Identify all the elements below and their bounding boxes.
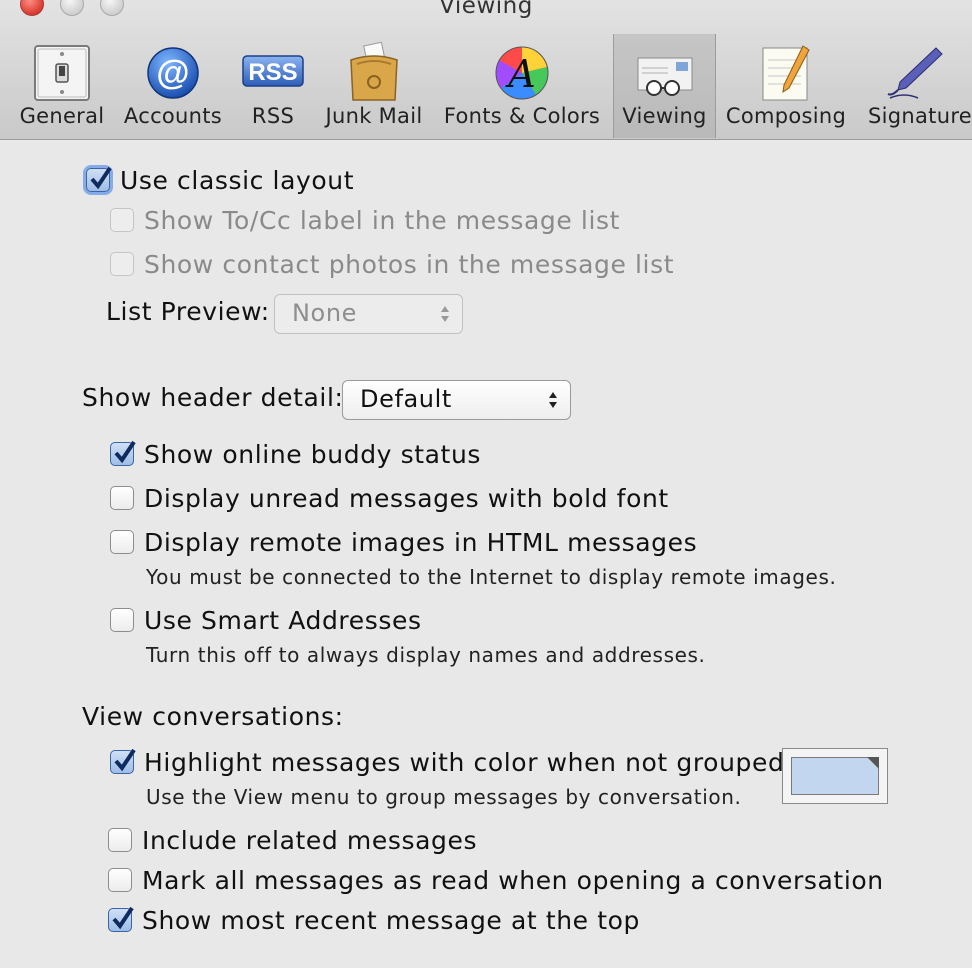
window-title: Viewing xyxy=(439,0,533,19)
related-messages-label: Include related messages xyxy=(142,826,478,855)
recent-top-checkbox[interactable] xyxy=(108,906,134,932)
toolbar-item-accounts[interactable]: @ Accounts xyxy=(120,34,226,138)
classic-layout-label: Use classic layout xyxy=(120,166,355,195)
light-switch-icon xyxy=(31,42,93,104)
toolbar-item-fonts-colors[interactable]: A Fonts & Colors xyxy=(440,34,604,138)
list-preview-label: List Preview: xyxy=(106,297,270,326)
bold-unread-label: Display unread messages with bold font xyxy=(144,484,669,513)
toolbar-item-composing[interactable]: Composing xyxy=(724,34,848,138)
toolbar-item-rss[interactable]: RSS RSS xyxy=(236,34,310,138)
toolbar-item-signatures[interactable]: Signatures xyxy=(858,34,972,138)
classic-layout-checkbox[interactable] xyxy=(86,166,112,192)
svg-text:@: @ xyxy=(156,54,189,92)
popup-arrows-icon xyxy=(549,392,557,408)
view-conversations-heading: View conversations: xyxy=(82,702,344,731)
highlight-note: Use the View menu to group messages by c… xyxy=(146,785,742,809)
toolbar-label-general: General xyxy=(19,104,105,128)
preferences-toolbar: Viewing General @ Accounts RSS RSS Junk … xyxy=(0,0,972,140)
toolbar-item-junk-mail[interactable]: Junk Mail xyxy=(320,34,428,138)
list-preview-popup: None xyxy=(274,294,463,334)
buddy-status-label: Show online buddy status xyxy=(144,440,482,469)
highlight-label: Highlight messages with color when not g… xyxy=(144,748,785,777)
svg-text:RSS: RSS xyxy=(248,59,297,86)
recent-top-label: Show most recent message at the top xyxy=(142,906,640,935)
remote-images-checkbox[interactable] xyxy=(110,530,134,554)
color-corner-icon xyxy=(867,757,879,769)
toolbar-label-rss: RSS xyxy=(251,104,295,128)
popup-arrows-icon xyxy=(441,306,449,322)
notepad-pencil-icon xyxy=(755,42,817,104)
mark-read-checkbox[interactable] xyxy=(108,868,132,892)
show-photos-label: Show contact photos in the message list xyxy=(144,250,675,279)
header-detail-label: Show header detail: xyxy=(82,383,344,412)
bold-unread-checkbox[interactable] xyxy=(110,486,134,510)
toolbar-label-composing: Composing xyxy=(725,104,847,128)
show-tocc-label: Show To/Cc label in the message list xyxy=(144,206,621,235)
remote-images-label: Display remote images in HTML messages xyxy=(144,528,698,557)
toolbar-item-viewing[interactable]: Viewing xyxy=(613,34,716,138)
viewing-preferences-pane: Use classic layout Show To/Cc label in t… xyxy=(0,140,972,968)
smart-addresses-label: Use Smart Addresses xyxy=(144,606,422,635)
header-detail-popup[interactable]: Default xyxy=(342,380,571,420)
at-sign-icon: @ xyxy=(142,42,204,104)
toolbar-item-general[interactable]: General xyxy=(14,34,110,138)
remote-images-note: You must be connected to the Internet to… xyxy=(146,565,837,589)
buddy-status-checkbox[interactable] xyxy=(110,440,136,466)
show-photos-checkbox xyxy=(110,252,134,276)
toolbar-label-accounts: Accounts xyxy=(123,104,223,128)
toolbar-label-fonts-colors: Fonts & Colors xyxy=(443,104,601,128)
highlight-color-well[interactable] xyxy=(782,748,888,804)
header-detail-value: Default xyxy=(360,385,452,413)
related-messages-checkbox[interactable] xyxy=(108,828,132,852)
smart-addresses-checkbox[interactable] xyxy=(110,608,134,632)
font-color-wheel-icon: A xyxy=(491,42,553,104)
toolbar-label-junk-mail: Junk Mail xyxy=(325,104,423,128)
highlight-checkbox[interactable] xyxy=(110,748,136,774)
smart-addresses-note: Turn this off to always display names an… xyxy=(146,643,706,667)
junk-mail-bag-icon xyxy=(343,41,405,104)
rss-badge-icon: RSS xyxy=(242,42,304,104)
list-preview-value: None xyxy=(292,299,358,327)
toolbar-label-viewing: Viewing xyxy=(622,104,707,128)
svg-text:A: A xyxy=(505,52,535,96)
show-tocc-checkbox xyxy=(110,208,134,232)
highlight-color-swatch xyxy=(791,757,879,795)
fountain-pen-icon xyxy=(884,42,946,104)
toolbar-label-signatures: Signatures xyxy=(868,104,972,128)
mark-read-label: Mark all messages as read when opening a… xyxy=(142,866,884,895)
glasses-envelope-icon xyxy=(634,42,696,104)
